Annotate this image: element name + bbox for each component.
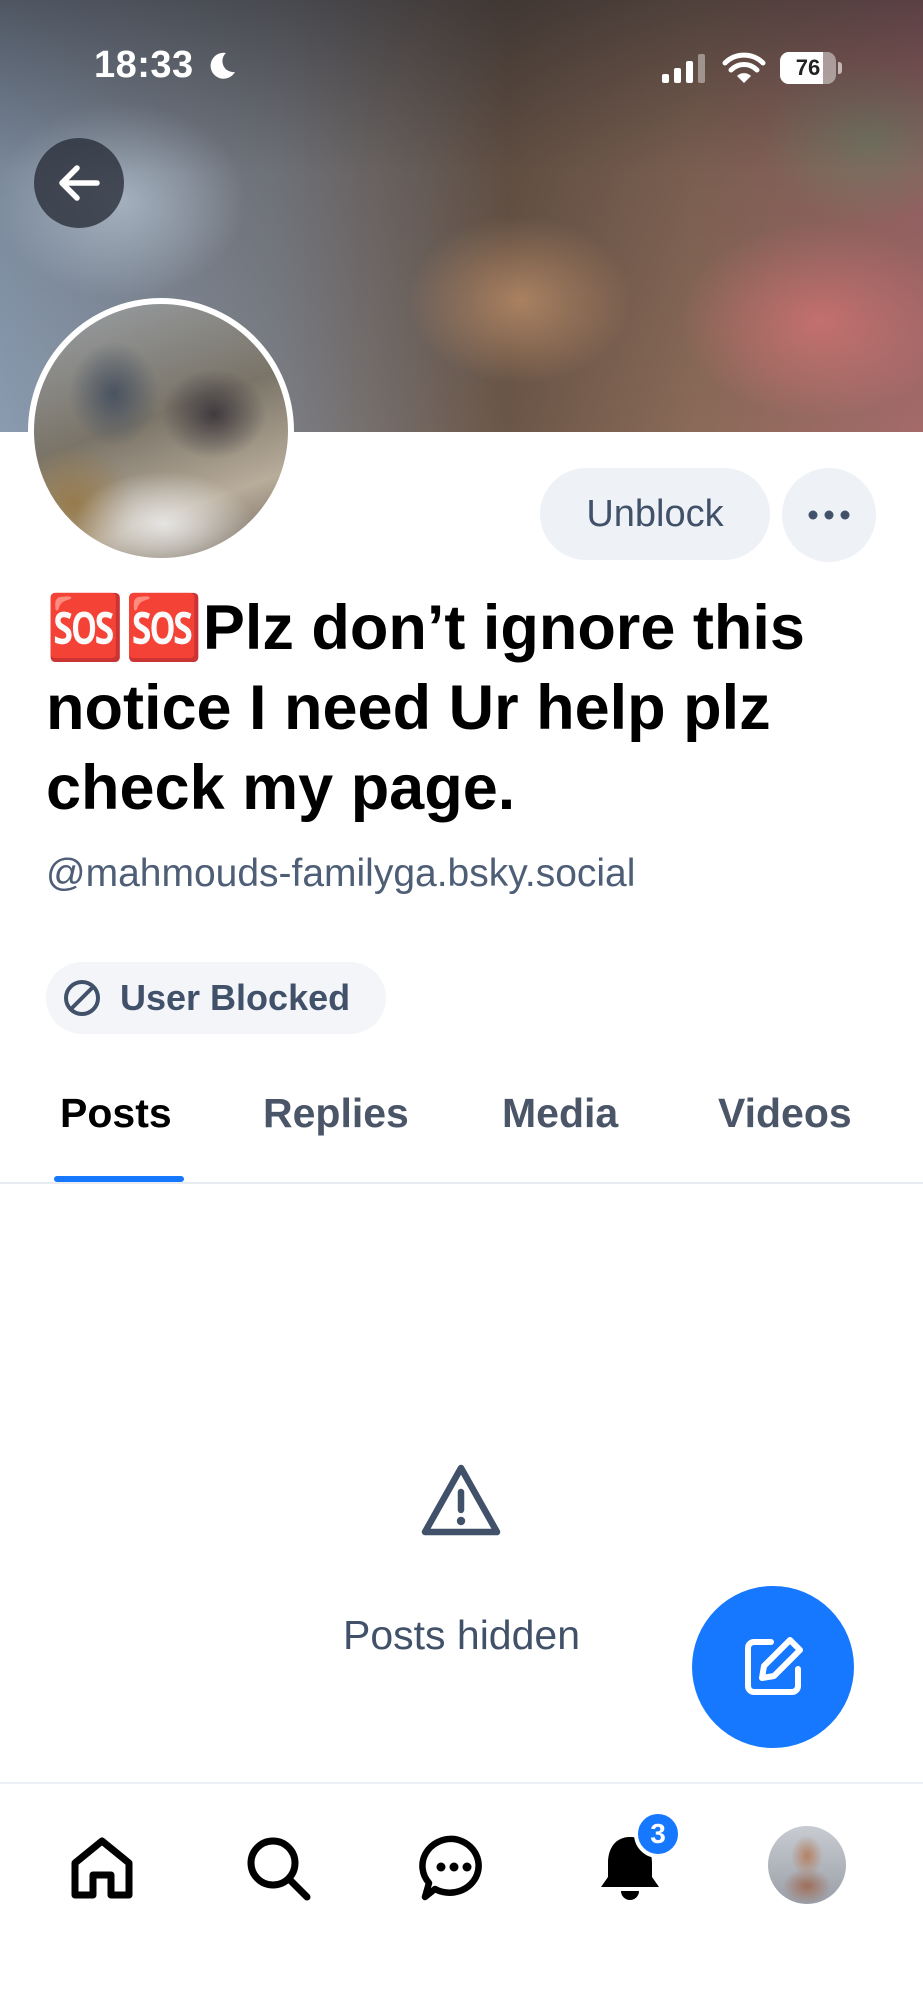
tab-replies[interactable]: Replies (263, 1090, 409, 1137)
compose-post-button[interactable] (692, 1586, 854, 1748)
warning-icon (421, 1464, 501, 1536)
chat-icon (419, 1835, 482, 1901)
compose-icon (745, 1637, 803, 1695)
tab-posts[interactable]: Posts (60, 1090, 172, 1137)
arrow-left-icon (59, 165, 100, 201)
home-indicator (296, 1960, 628, 1972)
signal-icon (662, 54, 705, 83)
tab-media[interactable]: Media (502, 1090, 618, 1137)
profile-tabs: Posts Replies Media Videos (0, 1080, 923, 1184)
nav-profile-avatar[interactable] (768, 1826, 846, 1904)
back-button[interactable] (34, 138, 124, 228)
moon-icon (210, 52, 235, 79)
status-time: 18:33 (94, 44, 194, 86)
nav-home[interactable] (62, 1828, 142, 1908)
active-tab-indicator (54, 1176, 184, 1182)
battery-level: 76 (795, 55, 821, 80)
tab-videos[interactable]: Videos (718, 1090, 852, 1137)
more-options-button[interactable] (782, 468, 876, 562)
nav-search[interactable] (238, 1828, 318, 1908)
notifications-badge: 3 (634, 1810, 682, 1858)
ellipsis-icon (808, 510, 850, 520)
unblock-button[interactable]: Unblock (540, 468, 770, 560)
profile-handle: @mahmouds-familyga.bsky.social (46, 852, 636, 895)
bottom-navigation: 3 (0, 1782, 923, 2002)
wifi-icon (722, 52, 766, 83)
profile-display-name: 🆘🆘Plz don’t ignore this notice I need Ur… (46, 593, 805, 823)
user-blocked-label: User Blocked (120, 977, 351, 1018)
search-icon (247, 1837, 311, 1901)
home-icon (71, 1837, 133, 1899)
blocked-icon (64, 980, 100, 1016)
battery-indicator: 76 (780, 52, 842, 84)
nav-chat[interactable] (414, 1828, 494, 1908)
user-blocked-badge[interactable]: User Blocked (46, 962, 386, 1034)
profile-avatar[interactable] (28, 298, 294, 564)
